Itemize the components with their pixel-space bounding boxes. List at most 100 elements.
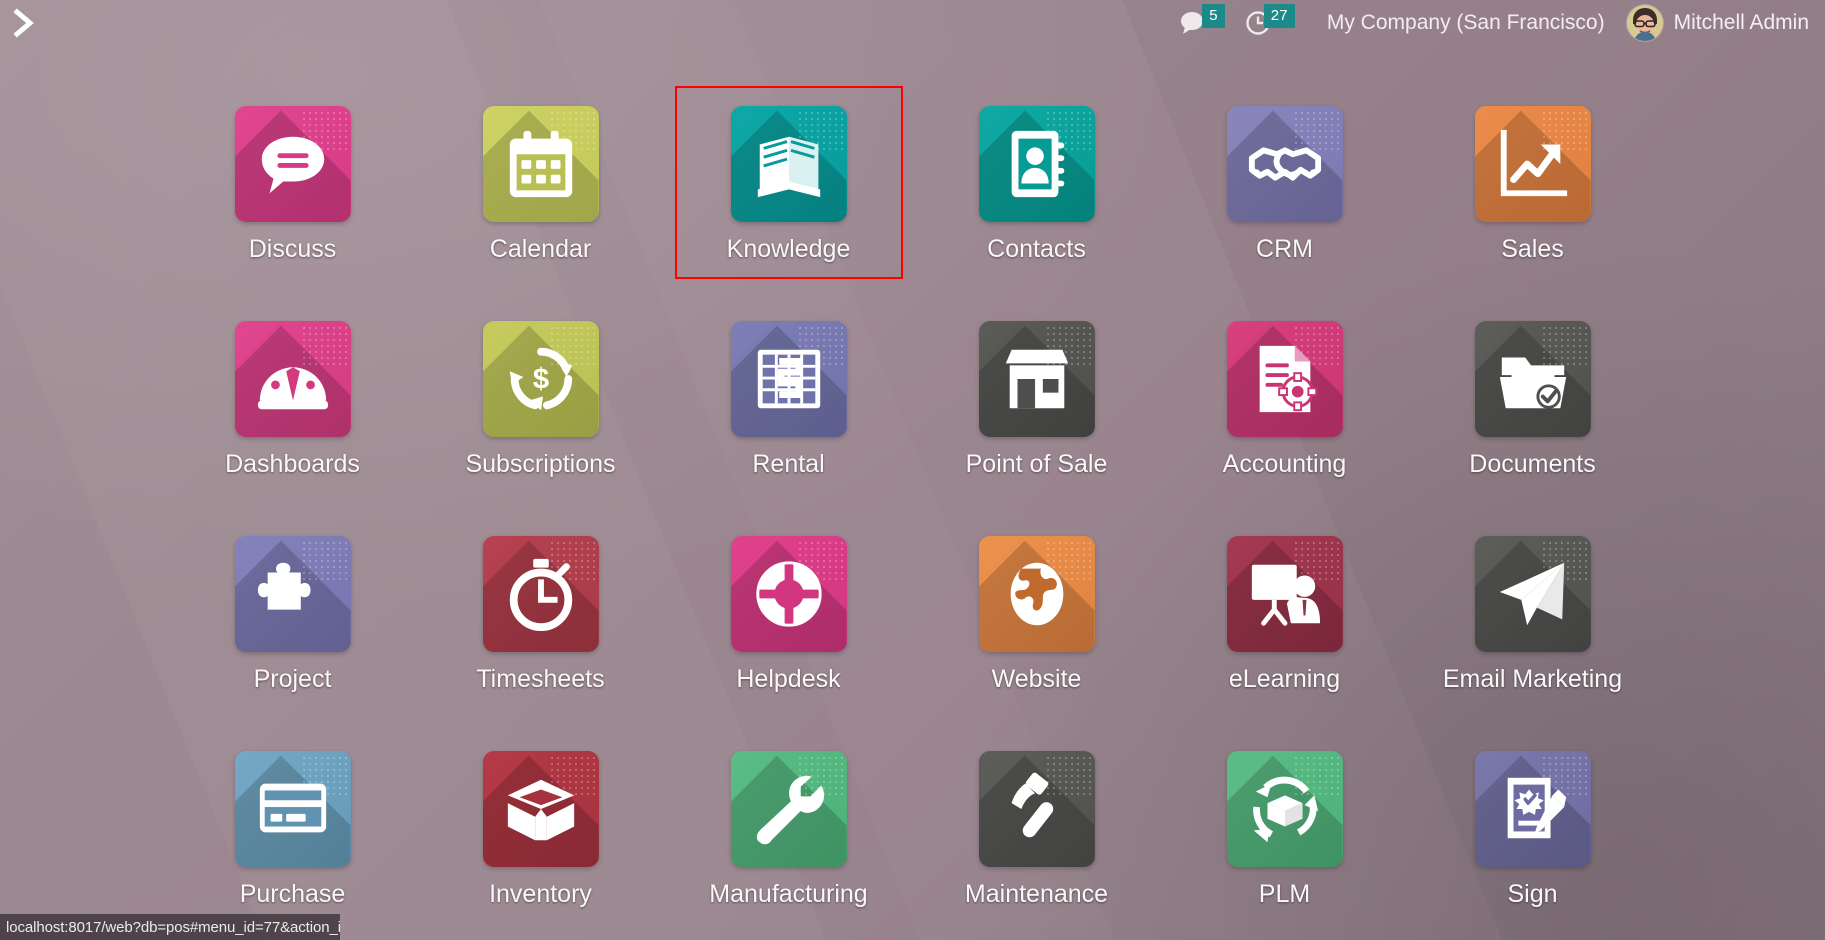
dashboards-icon (254, 340, 332, 418)
app-label-documents: Documents (1469, 450, 1596, 478)
app-tile-point-of-sale[interactable]: Point of Sale (913, 293, 1161, 508)
app-label-project: Project (253, 665, 332, 693)
app-tile-website[interactable]: Website (913, 508, 1161, 723)
app-tile-sales[interactable]: Sales (1409, 78, 1657, 293)
app-label-knowledge: Knowledge (726, 235, 851, 263)
app-icon-plm[interactable] (1226, 751, 1343, 867)
svg-text:$: $ (532, 364, 548, 396)
app-tile-inventory[interactable]: Inventory (417, 723, 665, 938)
app-tile-timesheets[interactable]: Timesheets (417, 508, 665, 723)
avatar (1626, 5, 1663, 41)
crm-icon (1246, 125, 1324, 203)
app-tile-dashboards[interactable]: Dashboards (169, 293, 417, 508)
timesheets-icon (502, 555, 580, 633)
app-icon-purchase[interactable] (234, 751, 351, 867)
app-label-inventory: Inventory (489, 880, 592, 908)
app-icon-discuss[interactable] (234, 106, 351, 222)
app-icon-dashboards[interactable] (234, 321, 351, 437)
app-icon-project[interactable] (234, 536, 351, 652)
app-grid: Discuss Calendar Knowledge Contacts CRM … (0, 78, 1825, 938)
app-tile-contacts[interactable]: Contacts (913, 78, 1161, 293)
app-label-contacts: Contacts (987, 235, 1086, 263)
app-icon-sign[interactable] (1474, 751, 1591, 867)
subscriptions-icon: $ (502, 340, 580, 418)
activities-menu[interactable]: 27 (1235, 0, 1305, 46)
app-label-sales: Sales (1501, 235, 1564, 263)
app-tile-documents[interactable]: Documents (1409, 293, 1657, 508)
contacts-icon (998, 125, 1076, 203)
app-label-calendar: Calendar (489, 235, 592, 263)
app-tile-manufacturing[interactable]: Manufacturing (665, 723, 913, 938)
app-label-maintenance: Maintenance (964, 880, 1109, 908)
app-icon-documents[interactable] (1474, 321, 1591, 437)
elearning-icon (1246, 555, 1324, 633)
app-tile-knowledge[interactable]: Knowledge (665, 78, 913, 293)
app-icon-accounting[interactable] (1226, 321, 1343, 437)
sign-icon (1494, 770, 1572, 848)
app-label-discuss: Discuss (248, 235, 337, 263)
app-tile-discuss[interactable]: Discuss (169, 78, 417, 293)
app-label-helpdesk: Helpdesk (736, 665, 841, 693)
project-icon (254, 555, 332, 633)
app-label-point-of-sale: Point of Sale (965, 450, 1108, 478)
app-label-sign: Sign (1507, 880, 1558, 908)
app-label-website: Website (991, 665, 1082, 693)
menu-toggle-button[interactable] (0, 0, 46, 46)
plm-icon (1246, 770, 1324, 848)
app-tile-helpdesk[interactable]: Helpdesk (665, 508, 913, 723)
app-icon-sales[interactable] (1474, 106, 1591, 222)
app-tile-calendar[interactable]: Calendar (417, 78, 665, 293)
messages-menu[interactable]: 5 (1169, 0, 1235, 46)
chevron-right-icon (10, 8, 36, 38)
app-tile-crm[interactable]: CRM (1161, 78, 1409, 293)
app-icon-inventory[interactable] (482, 751, 599, 867)
app-tile-purchase[interactable]: Purchase (169, 723, 417, 938)
app-icon-crm[interactable] (1226, 106, 1343, 222)
app-tile-subscriptions[interactable]: $ Subscriptions (417, 293, 665, 508)
app-label-purchase: Purchase (239, 880, 346, 908)
app-icon-knowledge[interactable] (730, 106, 847, 222)
app-icon-rental[interactable] (730, 321, 847, 437)
app-tile-elearning[interactable]: eLearning (1161, 508, 1409, 723)
maintenance-icon (998, 770, 1076, 848)
discuss-icon (254, 125, 332, 203)
app-label-plm: PLM (1258, 880, 1311, 908)
app-label-manufacturing: Manufacturing (709, 880, 868, 908)
helpdesk-icon (750, 555, 828, 633)
calendar-icon (502, 125, 580, 203)
app-icon-contacts[interactable] (978, 106, 1095, 222)
company-switcher[interactable]: My Company (San Francisco) (1305, 11, 1621, 35)
app-icon-timesheets[interactable] (482, 536, 599, 652)
app-icon-website[interactable] (978, 536, 1095, 652)
app-icon-email-marketing[interactable] (1474, 536, 1591, 652)
app-icon-elearning[interactable] (1226, 536, 1343, 652)
app-tile-project[interactable]: Project (169, 508, 417, 723)
documents-icon (1494, 340, 1572, 418)
email-marketing-icon (1494, 555, 1572, 633)
app-label-crm: CRM (1256, 235, 1313, 263)
user-name: Mitchell Admin (1673, 11, 1809, 34)
rental-icon (750, 340, 828, 418)
sales-icon (1494, 125, 1572, 203)
activities-count-badge: 27 (1263, 4, 1295, 28)
app-icon-manufacturing[interactable] (730, 751, 847, 867)
point-of-sale-icon (998, 340, 1076, 418)
app-icon-calendar[interactable] (482, 106, 599, 222)
app-label-accounting: Accounting (1222, 450, 1347, 478)
inventory-icon (502, 770, 580, 848)
app-tile-plm[interactable]: PLM (1161, 723, 1409, 938)
website-icon (998, 555, 1076, 633)
app-tile-email-marketing[interactable]: Email Marketing (1409, 508, 1657, 723)
browser-status-bar: localhost:8017/web?db=pos#menu_id=77&act… (0, 914, 340, 940)
app-icon-point-of-sale[interactable] (978, 321, 1095, 437)
app-tile-maintenance[interactable]: Maintenance (913, 723, 1161, 938)
app-label-subscriptions: Subscriptions (465, 450, 616, 478)
app-tile-rental[interactable]: Rental (665, 293, 913, 508)
messages-count-badge: 5 (1202, 4, 1225, 28)
app-icon-subscriptions[interactable]: $ (482, 321, 599, 437)
app-tile-sign[interactable]: Sign (1409, 723, 1657, 938)
app-icon-helpdesk[interactable] (730, 536, 847, 652)
app-tile-accounting[interactable]: Accounting (1161, 293, 1409, 508)
user-menu[interactable]: Mitchell Admin (1621, 5, 1809, 41)
app-icon-maintenance[interactable] (978, 751, 1095, 867)
